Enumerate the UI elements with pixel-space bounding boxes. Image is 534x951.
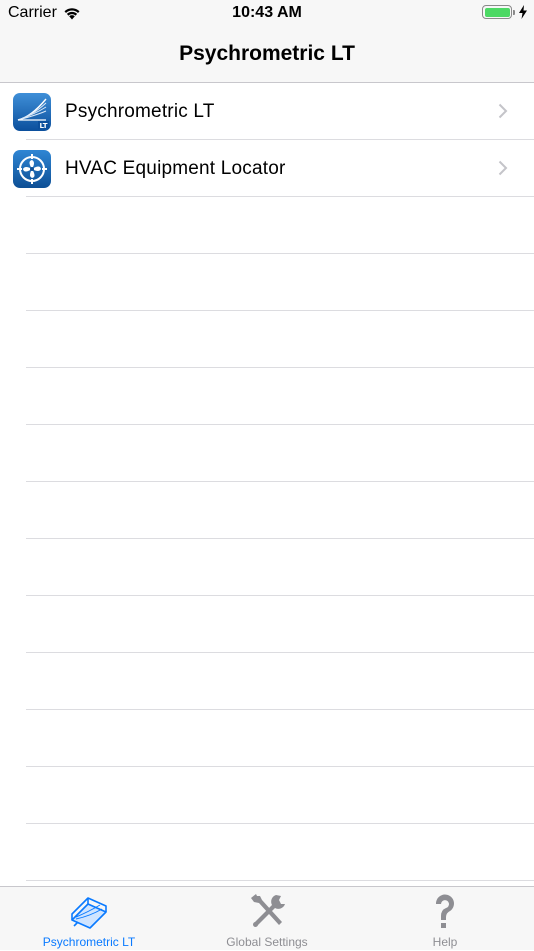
tab-label: Global Settings: [226, 935, 308, 949]
empty-row: [0, 197, 534, 254]
status-bar: Carrier 10:43 AM: [0, 0, 534, 28]
charging-bolt-icon: [519, 5, 527, 19]
empty-row: [0, 539, 534, 596]
page-title: Psychrometric LT: [179, 42, 355, 65]
tab-psychrometric-lt[interactable]: Psychrometric LT: [0, 887, 178, 951]
chevron-right-icon: [498, 160, 508, 176]
empty-row: [0, 767, 534, 824]
tab-bar: Psychrometric LT Global Settings Help: [0, 886, 534, 950]
tools-icon: [178, 892, 356, 932]
row-separator: [26, 880, 534, 881]
list-item-label: Psychrometric LT: [65, 101, 215, 122]
hvac-locator-app-icon: [13, 150, 51, 188]
navigation-bar: Psychrometric LT: [0, 28, 534, 83]
chevron-right-icon: [498, 103, 508, 119]
empty-row: [0, 368, 534, 425]
empty-row: [0, 824, 534, 881]
battery-icon: [482, 5, 512, 19]
psychrometric-lt-app-icon: LT: [13, 93, 51, 131]
empty-row: [0, 482, 534, 539]
psychrometric-chart-icon: [0, 892, 178, 930]
status-right: [482, 5, 528, 19]
tab-label: Help: [432, 935, 458, 949]
empty-row: [0, 653, 534, 710]
battery-nub: [513, 9, 515, 15]
question-mark-icon: [356, 892, 534, 932]
status-time: 10:43 AM: [232, 4, 302, 21]
empty-row: [0, 596, 534, 653]
tab-help[interactable]: Help: [356, 887, 534, 951]
lt-badge-text: LT: [39, 122, 47, 130]
empty-row: [0, 710, 534, 767]
tab-label: Psychrometric LT: [42, 935, 136, 949]
list-item-label: HVAC Equipment Locator: [65, 158, 286, 179]
empty-row: [0, 311, 534, 368]
app-list: LT Psychrometric LT HVAC Equipment Locat…: [0, 83, 534, 881]
tab-global-settings[interactable]: Global Settings: [178, 887, 356, 951]
empty-row: [0, 254, 534, 311]
battery-level-fill: [484, 7, 510, 17]
empty-row: [0, 425, 534, 482]
list-item-hvac-equipment-locator[interactable]: HVAC Equipment Locator: [0, 140, 534, 197]
list-item-psychrometric-lt[interactable]: LT Psychrometric LT: [0, 83, 534, 140]
